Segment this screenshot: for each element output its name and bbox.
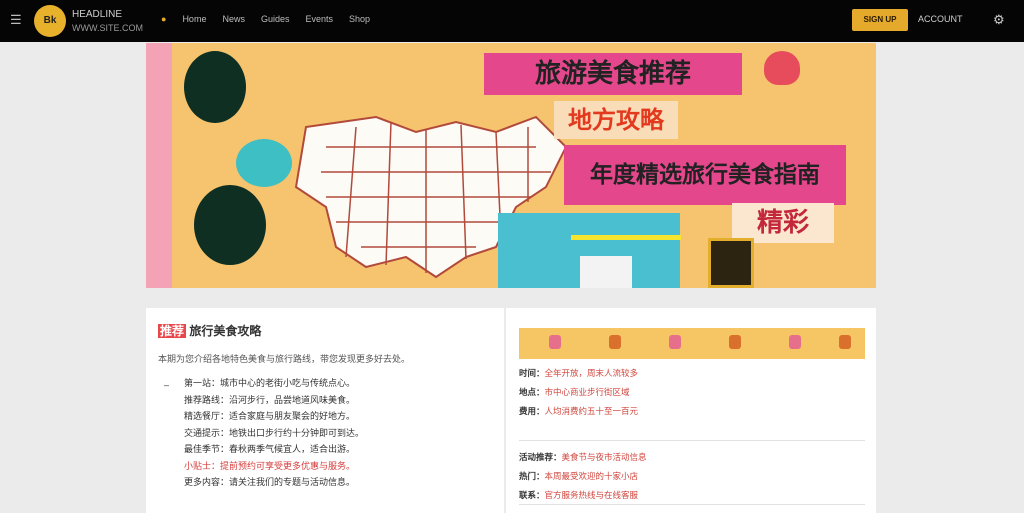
top-navigation-bar: ☰ Bk HEADLINE WWW.SITE.COM ● Home News G… [0, 0, 1024, 42]
list-item: 第一站：城市中心的老街小吃与传统点心。 [184, 378, 356, 388]
info-value[interactable]: 美食节与夜市活动信息 [562, 452, 647, 462]
hamburger-icon[interactable]: ☰ [10, 13, 24, 27]
nav-item-home[interactable]: Home [179, 14, 209, 24]
info-row: 费用：人均消费约五十至一百元 [519, 402, 865, 421]
list-item: 最佳季节：春秋两季气候宜人，适合出游。 [184, 444, 356, 454]
info-value[interactable]: 本周最受欢迎的十家小店 [545, 471, 639, 481]
list-item: 更多内容：请关注我们的专题与活动信息。 [184, 477, 356, 487]
article-title-highlight: 推荐 [158, 324, 187, 338]
food-item-icon [729, 335, 741, 349]
info-row: 联系：官方服务热线与在线客服 [519, 486, 865, 505]
nav-dot-icon: ● [161, 14, 167, 24]
nav-item-shop[interactable]: Shop [346, 14, 373, 24]
info-label: 费用： [519, 406, 545, 416]
highlight-bar [571, 235, 681, 240]
gear-icon[interactable]: ⚙ [993, 12, 1005, 28]
divider [519, 504, 865, 505]
list-item: 小贴士：提前预约可享受更多优惠与服务。 [184, 460, 356, 471]
account-link[interactable]: ACCOUNT [918, 14, 963, 24]
info-value[interactable]: 官方服务热线与在线客服 [545, 490, 639, 500]
article-title-rest: 旅行美食攻略 [189, 324, 262, 338]
info-row: 地点：市中心商业步行街区域 [519, 383, 865, 402]
divider [519, 440, 865, 441]
info-label: 地点： [519, 387, 545, 397]
signup-button[interactable]: SIGN UP [852, 9, 908, 31]
info-row: 时间：全年开放，周末人流较多 [519, 364, 865, 383]
info-value[interactable]: 人均消费约五十至一百元 [545, 406, 639, 416]
document-card [580, 256, 632, 288]
article-list: 第一站：城市中心的老街小吃与传统点心。 推荐路线：沿河步行，品尝地道风味美食。 … [184, 375, 364, 491]
info-label: 联系： [519, 490, 545, 500]
bullet-icon: – [164, 380, 170, 390]
article-title: 推荐 旅行美食攻略 [158, 322, 261, 339]
list-item: 交通提示：地铁出口步行约十分钟即可到达。 [184, 427, 365, 438]
heart-icon [764, 51, 800, 85]
food-item-icon [789, 335, 801, 349]
hero-sign-headline: 年度精选旅行美食指南 [564, 145, 846, 205]
speech-bubble-top [184, 51, 246, 123]
food-item-icon [549, 335, 561, 349]
info-panel: 时间：全年开放，周末人流较多 地点：市中心商业步行街区域 费用：人均消费约五十至… [506, 308, 876, 513]
nav-item-news[interactable]: News [219, 14, 248, 24]
info-list-secondary: 活动推荐：美食节与夜市活动信息 热门：本周最受欢迎的十家小店 联系：官方服务热线… [519, 448, 865, 505]
hero-banner[interactable]: 旅游美食推荐 地方攻略 年度精选旅行美食指南 精彩 [146, 43, 876, 288]
list-item: 精选餐厅：适合家庭与朋友聚会的好地方。 [184, 411, 356, 421]
info-value[interactable]: 市中心商业步行街区域 [545, 387, 630, 397]
logo[interactable]: Bk [34, 5, 66, 37]
food-item-icon [839, 335, 851, 349]
info-label: 时间： [519, 368, 545, 378]
info-list: 时间：全年开放，周末人流较多 地点：市中心商业步行街区域 费用：人均消费约五十至… [519, 364, 865, 421]
info-value[interactable]: 全年开放，周末人流较多 [545, 368, 639, 378]
food-item-icon [609, 335, 621, 349]
info-row: 活动推荐：美食节与夜市活动信息 [519, 448, 865, 467]
info-label: 活动推荐： [519, 452, 562, 462]
speech-bubble-bottom [194, 185, 266, 265]
hero-sign-tag: 精彩 [732, 203, 834, 243]
brand-name: HEADLINE [72, 9, 123, 20]
main-nav: ● Home News Guides Events Shop [158, 14, 373, 24]
list-item: 推荐路线：沿河步行，品尝地道风味美食。 [184, 394, 356, 405]
hero-sign-title: 旅游美食推荐 [484, 53, 742, 95]
food-cart-illustration [708, 238, 754, 288]
article-panel: 推荐 旅行美食攻略 本期为您介绍各地特色美食与旅行路线，带您发现更多好去处。 –… [146, 308, 504, 513]
food-item-icon [669, 335, 681, 349]
nav-item-events[interactable]: Events [303, 14, 337, 24]
info-row: 热门：本周最受欢迎的十家小店 [519, 467, 865, 486]
brand-subtitle: WWW.SITE.COM [72, 23, 143, 33]
article-lead: 本期为您介绍各地特色美食与旅行路线，带您发现更多好去处。 [158, 354, 411, 364]
hero-sign-subtitle: 地方攻略 [554, 101, 678, 139]
nav-item-guides[interactable]: Guides [258, 14, 293, 24]
info-label: 热门： [519, 471, 545, 481]
food-banner[interactable] [519, 328, 865, 359]
decorative-strip [146, 43, 172, 288]
